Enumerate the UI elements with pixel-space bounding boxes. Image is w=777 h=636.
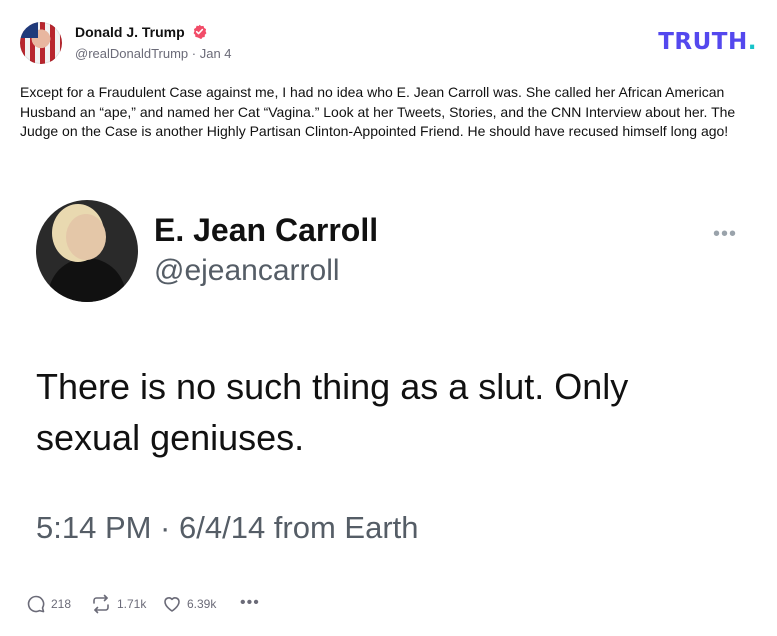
truth-logo-dot: . bbox=[747, 29, 757, 55]
more-options-button[interactable]: ••• bbox=[240, 594, 260, 612]
truth-logo[interactable]: TRUTH. bbox=[658, 29, 757, 55]
post-body-text: Except for a Fraudulent Case against me,… bbox=[20, 84, 736, 139]
speech-bubble-icon bbox=[27, 595, 45, 613]
tweet-text: There is no such thing as a slut. Only s… bbox=[36, 366, 629, 458]
post-header: Donald J. Trump @realDonaldTrump · Jan 4… bbox=[20, 20, 757, 66]
reply-count: 218 bbox=[51, 597, 72, 611]
like-count: 6.39k bbox=[187, 597, 217, 611]
author-name[interactable]: Donald J. Trump bbox=[75, 24, 185, 40]
ellipsis-icon: ••• bbox=[240, 594, 260, 611]
tweet-author-handle: @ejeancarroll bbox=[154, 254, 340, 287]
truth-logo-text: TRUTH bbox=[658, 29, 748, 55]
tweet-author-name: E. Jean Carroll bbox=[154, 212, 379, 248]
retruth-count: 1.71k bbox=[117, 597, 147, 611]
author-handle[interactable]: @realDonaldTrump bbox=[75, 46, 188, 61]
verified-badge-icon bbox=[193, 25, 207, 40]
repost-arrows-icon bbox=[93, 594, 109, 614]
tweet-author-avatar bbox=[36, 200, 138, 302]
heart-icon bbox=[164, 597, 180, 612]
meta-separator: · bbox=[188, 46, 200, 61]
avatar-face bbox=[66, 214, 106, 260]
author-name-row[interactable]: Donald J. Trump bbox=[75, 23, 207, 41]
avatar-shoulders bbox=[48, 258, 126, 302]
post-date[interactable]: Jan 4 bbox=[200, 46, 232, 61]
retruth-button[interactable]: 1.71k bbox=[90, 594, 146, 614]
tweet-timestamp: 5:14 PM · 6/4/14 from Earth bbox=[36, 510, 419, 545]
embedded-tweet-image[interactable]: E. Jean Carroll @ejeancarroll ••• There … bbox=[0, 185, 777, 585]
author-avatar[interactable] bbox=[20, 22, 62, 64]
reply-button[interactable]: 218 bbox=[26, 594, 71, 614]
tweet-more-icon: ••• bbox=[713, 223, 738, 245]
author-handle-row: @realDonaldTrump · Jan 4 bbox=[75, 46, 232, 61]
like-button[interactable]: 6.39k bbox=[162, 594, 216, 614]
